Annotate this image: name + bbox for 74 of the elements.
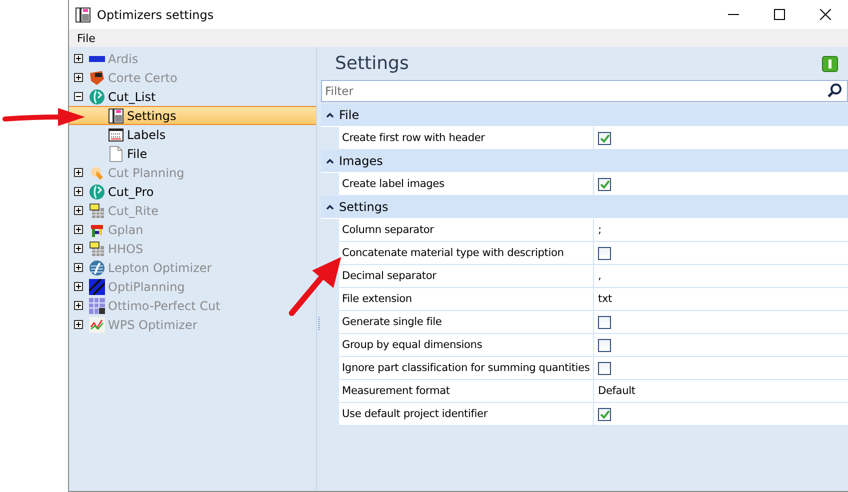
property-label: File extension	[339, 288, 594, 311]
checkbox[interactable]	[598, 132, 611, 144]
tree-item-label: Ottimo-Perfect Cut	[108, 298, 220, 312]
tree-item-label: Cut_Pro	[108, 184, 154, 198]
property-value[interactable]: txt	[598, 293, 612, 305]
tree-item-label: Corte Certo	[108, 70, 178, 84]
tree-item[interactable]: Cut_List	[69, 87, 316, 106]
tree-item-label: Labels	[127, 128, 166, 142]
app-icon	[75, 6, 91, 22]
panel-title: Settings	[335, 53, 409, 74]
group-header[interactable]: Images	[321, 150, 848, 173]
group-header[interactable]: File	[321, 104, 848, 127]
arrow-drawing	[286, 255, 344, 317]
tree-item-label: HHOS	[108, 242, 144, 256]
property-label: Group by equal dimensions	[339, 334, 594, 357]
menu-item[interactable]: File	[77, 32, 96, 44]
expand-icon[interactable]	[74, 187, 83, 196]
property-label: Decimal separator	[339, 265, 594, 288]
globe-icon	[89, 260, 105, 276]
property-label: Generate single file	[339, 311, 594, 334]
tree-item-label: Gplan	[108, 222, 144, 236]
checkbox[interactable]	[598, 408, 611, 420]
info-icon[interactable]	[822, 56, 838, 72]
property-value[interactable]: ,	[598, 270, 602, 282]
collapse-icon[interactable]	[326, 204, 334, 210]
tree-item[interactable]: File	[69, 144, 316, 163]
grid-icon	[89, 202, 105, 218]
collapse-icon[interactable]	[326, 158, 334, 164]
search-icon[interactable]	[827, 83, 842, 98]
property-value[interactable]: ;	[598, 224, 602, 236]
collapse-icon[interactable]	[326, 112, 334, 118]
tree-item[interactable]: Cut_Pro	[69, 182, 316, 201]
tree-item-label: File	[127, 146, 148, 160]
tree-item-label: Cut_List	[108, 90, 156, 104]
group-title: File	[339, 108, 360, 122]
checkbox[interactable]	[598, 338, 611, 352]
checkbox[interactable]	[598, 316, 611, 328]
group-title: Images	[339, 154, 383, 168]
window-icon	[108, 126, 124, 142]
collapse-icon[interactable]	[74, 92, 83, 101]
group-title: Settings	[339, 200, 388, 214]
tree-item[interactable]: Settings	[69, 106, 316, 125]
tree-item-label: Lepton Optimizer	[108, 260, 212, 274]
property-label: Concatenate material type with description	[339, 242, 594, 265]
close-icon[interactable]	[820, 9, 830, 20]
grid-icon	[89, 240, 105, 256]
property-label: Create first row with header	[339, 127, 594, 150]
group-header[interactable]: Settings	[321, 196, 848, 219]
property-value[interactable]: Default	[598, 385, 636, 397]
property-label: Column separator	[339, 219, 594, 242]
tree-item[interactable]: Labels	[69, 125, 316, 144]
tree-item-label: Cut Planning	[108, 166, 184, 180]
striped-icon	[89, 278, 105, 294]
globe-icon	[89, 88, 105, 104]
tree-item-label: Settings	[127, 108, 176, 122]
checkbox[interactable]	[598, 246, 611, 260]
chart-icon	[89, 316, 105, 332]
property-label: Use default project identifier	[339, 403, 594, 426]
filter-field[interactable]: Filter	[321, 80, 848, 102]
property-label: Ignore part classification for summing quantities	[339, 357, 594, 380]
settings-icon	[108, 108, 124, 124]
tree-item-label: Ardis	[108, 52, 138, 66]
tree-item-label: Cut_Rite	[108, 204, 158, 218]
tree-item-label: OptiPlanning	[108, 280, 185, 294]
document-icon	[109, 146, 123, 162]
grid-icon	[89, 298, 105, 314]
tree-item-label: WPS Optimizer	[108, 318, 198, 332]
globe-icon	[89, 184, 105, 200]
window-title: Optimizers settings	[96, 8, 215, 22]
checkbox[interactable]	[598, 362, 611, 374]
property-label: Create label images	[339, 173, 594, 196]
property-label: Measurement format	[339, 380, 594, 403]
checkbox[interactable]	[598, 178, 611, 190]
maximize-icon[interactable]	[774, 9, 784, 20]
